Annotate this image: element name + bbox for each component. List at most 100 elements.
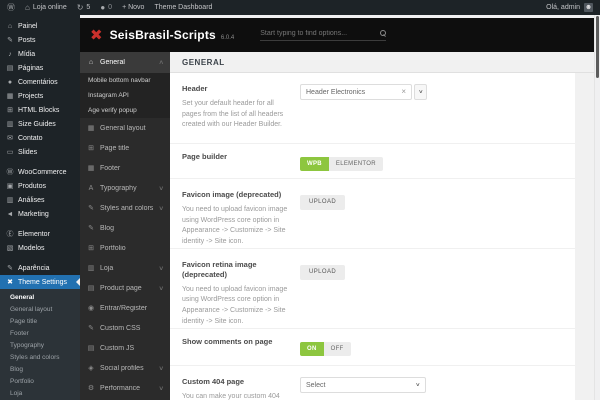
panel-nav-loja[interactable]: ▥ Loja ∨ (80, 258, 170, 278)
submenu-item-footer[interactable]: Footer (0, 327, 80, 339)
pencil-icon: ✎ (88, 205, 94, 212)
submenu-item-page-title[interactable]: Page title (0, 315, 80, 327)
panel-nav-styles-and-colors[interactable]: ✎ Styles and colors ∨ (80, 198, 170, 218)
sidebar-item-produtos[interactable]: ▣ Produtos (0, 179, 80, 193)
setting-label: Favicon retina image (deprecated) (182, 260, 257, 279)
new-content-button[interactable]: + Novo (122, 4, 144, 11)
panel-nav-performance[interactable]: ⚙ Performance ∨ (80, 378, 170, 398)
updates-link[interactable]: ↻ 5 (76, 2, 91, 12)
upload-button[interactable]: UPLOAD (300, 265, 346, 281)
panel-header: ✖ SeisBrasil-Scripts 6.0.4 (80, 18, 594, 52)
sidebar-item-slides[interactable]: ▭ Slides (0, 145, 80, 159)
chevron-down-icon: ∨ (157, 265, 164, 272)
panel-nav-mobile-bottom-navbar[interactable]: Mobile bottom navbar (80, 73, 170, 88)
panel-nav-label: Custom CSS (100, 324, 141, 332)
submenu-item-loja[interactable]: Loja (0, 387, 80, 399)
section-title: GENERAL (170, 52, 594, 73)
sidebar-item-label: Páginas (18, 64, 44, 72)
admin-bar: Ⓦ ⌂ Loja online ↻ 5 ● 0 + Novo Theme Das… (0, 0, 600, 15)
sidebar-item-marketing[interactable]: ◄ Marketing (0, 207, 80, 221)
sidebar-item-woocommerce[interactable]: Ⓦ WooCommerce (0, 165, 80, 179)
sidebar-item-label: Contato (18, 134, 43, 142)
header-select-dropdown-button[interactable]: ∨ (414, 84, 427, 100)
blog-icon: ✎ (88, 225, 94, 232)
sidebar-item-label: Modelos (18, 244, 45, 252)
wordpress-logo-icon: Ⓦ (7, 2, 15, 12)
panel-nav-page-title[interactable]: ⊞ Page title (80, 138, 170, 158)
panel-nav-custom-css[interactable]: ✎ Custom CSS (80, 318, 170, 338)
comments-icon: ● (7, 78, 13, 86)
panel-nav-general[interactable]: ⌂ General ∧ (80, 52, 170, 73)
site-link[interactable]: ⌂ Loja online (25, 3, 67, 12)
toggle-option-off[interactable]: OFF (323, 342, 351, 356)
sidebar-item-aparencia[interactable]: ✎ Aparência (0, 261, 80, 275)
sidebar-item-elementor[interactable]: Ⓔ Elementor (0, 227, 80, 241)
toggle-option-wpb[interactable]: WPB (300, 157, 329, 171)
comments-link[interactable]: ● 0 (100, 3, 112, 12)
panel-nav-blog[interactable]: ✎ Blog (80, 218, 170, 238)
sidebar-item-posts[interactable]: ✎ Posts (0, 33, 80, 47)
submenu-item-general-layout[interactable]: General layout (0, 303, 80, 315)
panel-nav-product-page[interactable]: ▤ Product page ∨ (80, 278, 170, 298)
sidebar-item-size-guides[interactable]: ▥ Size Guides (0, 117, 80, 131)
sidebar-item-theme-settings[interactable]: ✖ Theme Settings (0, 275, 80, 289)
toggle-option-elementor[interactable]: ELEMENTOR (328, 157, 383, 171)
options-search (260, 29, 387, 41)
panel-nav-age-verify-popup[interactable]: Age verify popup (80, 103, 170, 118)
panel-nav-general-layout[interactable]: ▦ General layout (80, 118, 170, 138)
sidebar-item-paginas[interactable]: ▤ Páginas (0, 61, 80, 75)
panel-nav-instagram-api[interactable]: Instagram API (80, 88, 170, 103)
sidebar-item-painel[interactable]: ⌂ Painel (0, 19, 80, 33)
account-menu[interactable]: Olá, admin (546, 4, 580, 11)
submenu-item-blog[interactable]: Blog (0, 363, 80, 375)
screen: Ⓦ ⌂ Loja online ↻ 5 ● 0 + Novo Theme Das… (0, 0, 600, 400)
setting-description: You can make your custom 404 page (182, 392, 280, 400)
panel-nav-portfolio[interactable]: ⊞ Portfolio (80, 238, 170, 258)
panel-nav-label: Entrar/Register (100, 304, 148, 312)
footer-icon: ▦ (87, 165, 95, 172)
projects-icon: ▦ (6, 92, 14, 100)
sidebar-item-analises[interactable]: ▥ Análises (0, 193, 80, 207)
panel-nav-entrar-register[interactable]: ◉ Entrar/Register (80, 298, 170, 318)
table-icon: ▥ (6, 120, 14, 128)
chevron-down-icon: ∨ (157, 285, 164, 292)
submenu-item-portfolio[interactable]: Portfolio (0, 375, 80, 387)
options-search-input[interactable] (260, 29, 378, 37)
scrollbar-thumb[interactable] (596, 16, 599, 78)
toggle-option-on[interactable]: ON (300, 342, 324, 356)
submenu-item-styles-and-colors[interactable]: Styles and colors (0, 351, 80, 363)
submenu-item-typography[interactable]: Typography (0, 339, 80, 351)
sidebar-item-midia[interactable]: ♪ Mídia (0, 47, 80, 61)
setting-label: Favicon image (deprecated) (182, 190, 282, 199)
appearance-icon: ✎ (7, 264, 13, 272)
panel-nav-label: Styles and colors (100, 204, 154, 212)
sidebar-item-html-blocks[interactable]: ⊞ HTML Blocks (0, 103, 80, 117)
panel-nav-social-profiles[interactable]: ◈ Social profiles ∨ (80, 358, 170, 378)
panel-nav-typography[interactable]: A Typography ∨ (80, 178, 170, 198)
setting-description: Set your default header for all pages fr… (182, 99, 284, 129)
social-icon: ◈ (88, 365, 94, 372)
new-content-label: + Novo (122, 4, 145, 11)
theme-dashboard-link[interactable]: Theme Dashboard (154, 4, 212, 11)
sidebar-item-label: Marketing (18, 210, 49, 218)
panel-nav-footer[interactable]: ▦ Footer (80, 158, 170, 178)
theme-options-panel: ✖ SeisBrasil-Scripts 6.0.4 ⌂ General ∧ M… (80, 18, 594, 400)
avatar[interactable]: ☻ (584, 3, 593, 12)
upload-button[interactable]: UPLOAD (300, 195, 346, 210)
custom-404-select[interactable]: Select ∨ (300, 377, 426, 393)
panel-nav-label: Page title (100, 144, 130, 152)
clear-icon[interactable]: × (401, 88, 406, 96)
chevron-down-icon: ∨ (417, 88, 424, 95)
sidebar-item-contato[interactable]: ✉ Contato (0, 131, 80, 145)
sidebar-item-modelos[interactable]: ▧ Modelos (0, 241, 80, 255)
panel-nav-custom-js[interactable]: ▤ Custom JS (80, 338, 170, 358)
panel-body: ⌂ General ∧ Mobile bottom navbar Instagr… (80, 52, 594, 400)
submenu-item-general[interactable]: General (0, 291, 80, 303)
sidebar-item-projects[interactable]: ▦ Projects (0, 89, 80, 103)
sidebar-item-comentarios[interactable]: ● Comentários (0, 75, 80, 89)
header-select[interactable]: Header Electronics × (300, 84, 412, 100)
user-icon: ◉ (87, 305, 95, 312)
home-icon: ⌂ (88, 59, 94, 66)
updates-icon: ↻ (76, 2, 84, 12)
wordpress-menu-button[interactable]: Ⓦ (7, 2, 15, 12)
